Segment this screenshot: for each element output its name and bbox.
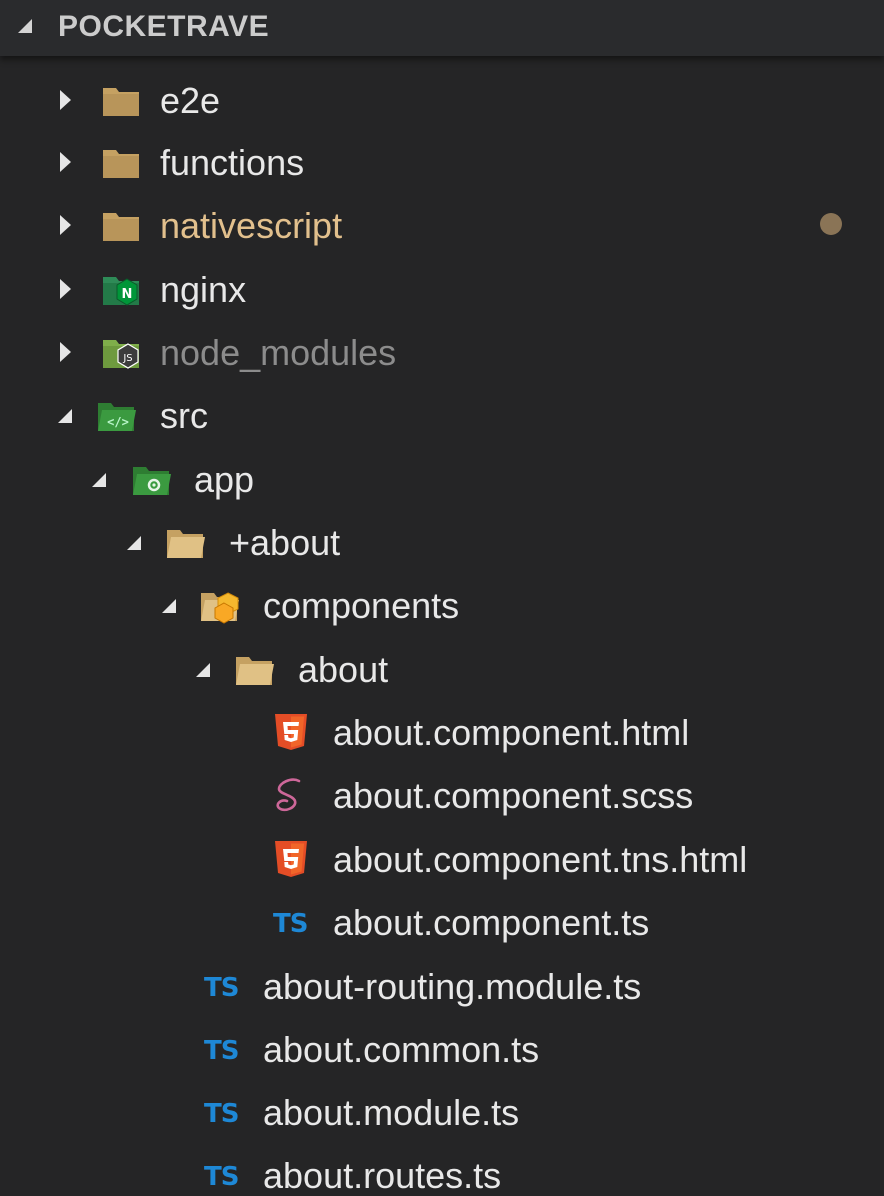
tree-item-e2e[interactable]: e2e (0, 68, 884, 132)
chevron-down-icon[interactable] (162, 599, 176, 613)
tree-item-about-component-tns-html[interactable]: about.component.tns.html (0, 827, 884, 891)
components-folder-icon (200, 585, 240, 625)
tree-item-functions[interactable]: functions (0, 130, 884, 194)
chevron-right-icon[interactable] (60, 152, 71, 172)
tree-item-components[interactable]: components (0, 573, 884, 637)
html5-icon (271, 839, 311, 879)
tree-item-label: about.component.tns.html (333, 839, 748, 880)
tree-item-plus-about[interactable]: +about (0, 510, 884, 574)
tree-item-label: src (160, 395, 208, 436)
tree-item-nginx[interactable]: N nginx (0, 257, 884, 321)
html5-icon (271, 712, 311, 752)
chevron-right-icon[interactable] (60, 279, 71, 299)
tree-item-label: about.component.scss (333, 775, 694, 816)
folder-icon (101, 205, 141, 245)
svg-text:JS: JS (122, 353, 132, 364)
tree-item-app[interactable]: app (0, 447, 884, 511)
tree-item-label: node_modules (160, 332, 397, 373)
tree-item-label: about.module.ts (263, 1092, 520, 1133)
explorer-section-header[interactable]: POCKETRAVE (0, 0, 884, 56)
tree-item-label: nativescript (160, 205, 343, 246)
tree-item-about[interactable]: about (0, 637, 884, 701)
typescript-icon: TS (204, 973, 239, 1003)
folder-icon (101, 142, 141, 182)
tree-item-label: about.component.html (333, 712, 690, 753)
sass-icon (271, 775, 311, 815)
tree-item-label: functions (160, 142, 305, 183)
tree-item-label: app (194, 459, 255, 500)
tree-item-label: components (263, 585, 460, 626)
modified-indicator-icon (820, 213, 842, 235)
tree-item-about-module-ts[interactable]: TS about.module.ts (0, 1080, 884, 1144)
tree-item-about-routes-ts[interactable]: TS about.routes.ts (0, 1143, 884, 1196)
tree-item-label: nginx (160, 269, 247, 310)
section-collapse-icon[interactable] (18, 19, 32, 33)
tree-item-src[interactable]: </> src (0, 383, 884, 447)
tree-item-label: about-routing.module.ts (263, 966, 642, 1007)
tree-item-label: +about (229, 522, 341, 563)
src-folder-icon: </> (97, 395, 137, 435)
tree-item-label: about.routes.ts (263, 1155, 502, 1196)
typescript-icon: TS (204, 1162, 239, 1192)
tree-item-about-component-ts[interactable]: TS about.component.ts (0, 890, 884, 954)
chevron-right-icon[interactable] (60, 342, 71, 362)
chevron-down-icon[interactable] (92, 473, 106, 487)
folder-icon (101, 80, 141, 120)
tree-item-label: e2e (160, 80, 221, 121)
tree-item-nativescript[interactable]: nativescript (0, 193, 884, 257)
tree-item-about-component-html[interactable]: about.component.html (0, 700, 884, 764)
svg-text:</>: </> (107, 415, 129, 429)
typescript-icon: TS (204, 1036, 239, 1066)
tree-item-label: about (298, 649, 389, 690)
node-folder-icon: JS (101, 332, 141, 372)
folder-open-icon (166, 522, 206, 562)
tree-item-node-modules[interactable]: JS node_modules (0, 320, 884, 384)
chevron-down-icon[interactable] (196, 663, 210, 677)
typescript-icon: TS (273, 909, 308, 939)
tree-item-about-routing-module-ts[interactable]: TS about-routing.module.ts (0, 954, 884, 1018)
svg-text:N: N (122, 287, 133, 302)
chevron-right-icon[interactable] (60, 90, 71, 110)
tree-item-label: about.common.ts (263, 1029, 540, 1070)
app-folder-icon (132, 459, 172, 499)
tree-item-about-component-scss[interactable]: about.component.scss (0, 763, 884, 827)
nginx-folder-icon: N (101, 269, 141, 309)
typescript-icon: TS (204, 1099, 239, 1129)
chevron-down-icon[interactable] (127, 536, 141, 550)
chevron-down-icon[interactable] (58, 409, 72, 423)
file-explorer: POCKETRAVE e2e functions nativescript N … (0, 0, 884, 1196)
section-title: POCKETRAVE (58, 10, 270, 43)
tree-item-about-common-ts[interactable]: TS about.common.ts (0, 1017, 884, 1081)
folder-open-icon (235, 649, 275, 689)
tree-item-label: about.component.ts (333, 902, 650, 943)
chevron-right-icon[interactable] (60, 215, 71, 235)
